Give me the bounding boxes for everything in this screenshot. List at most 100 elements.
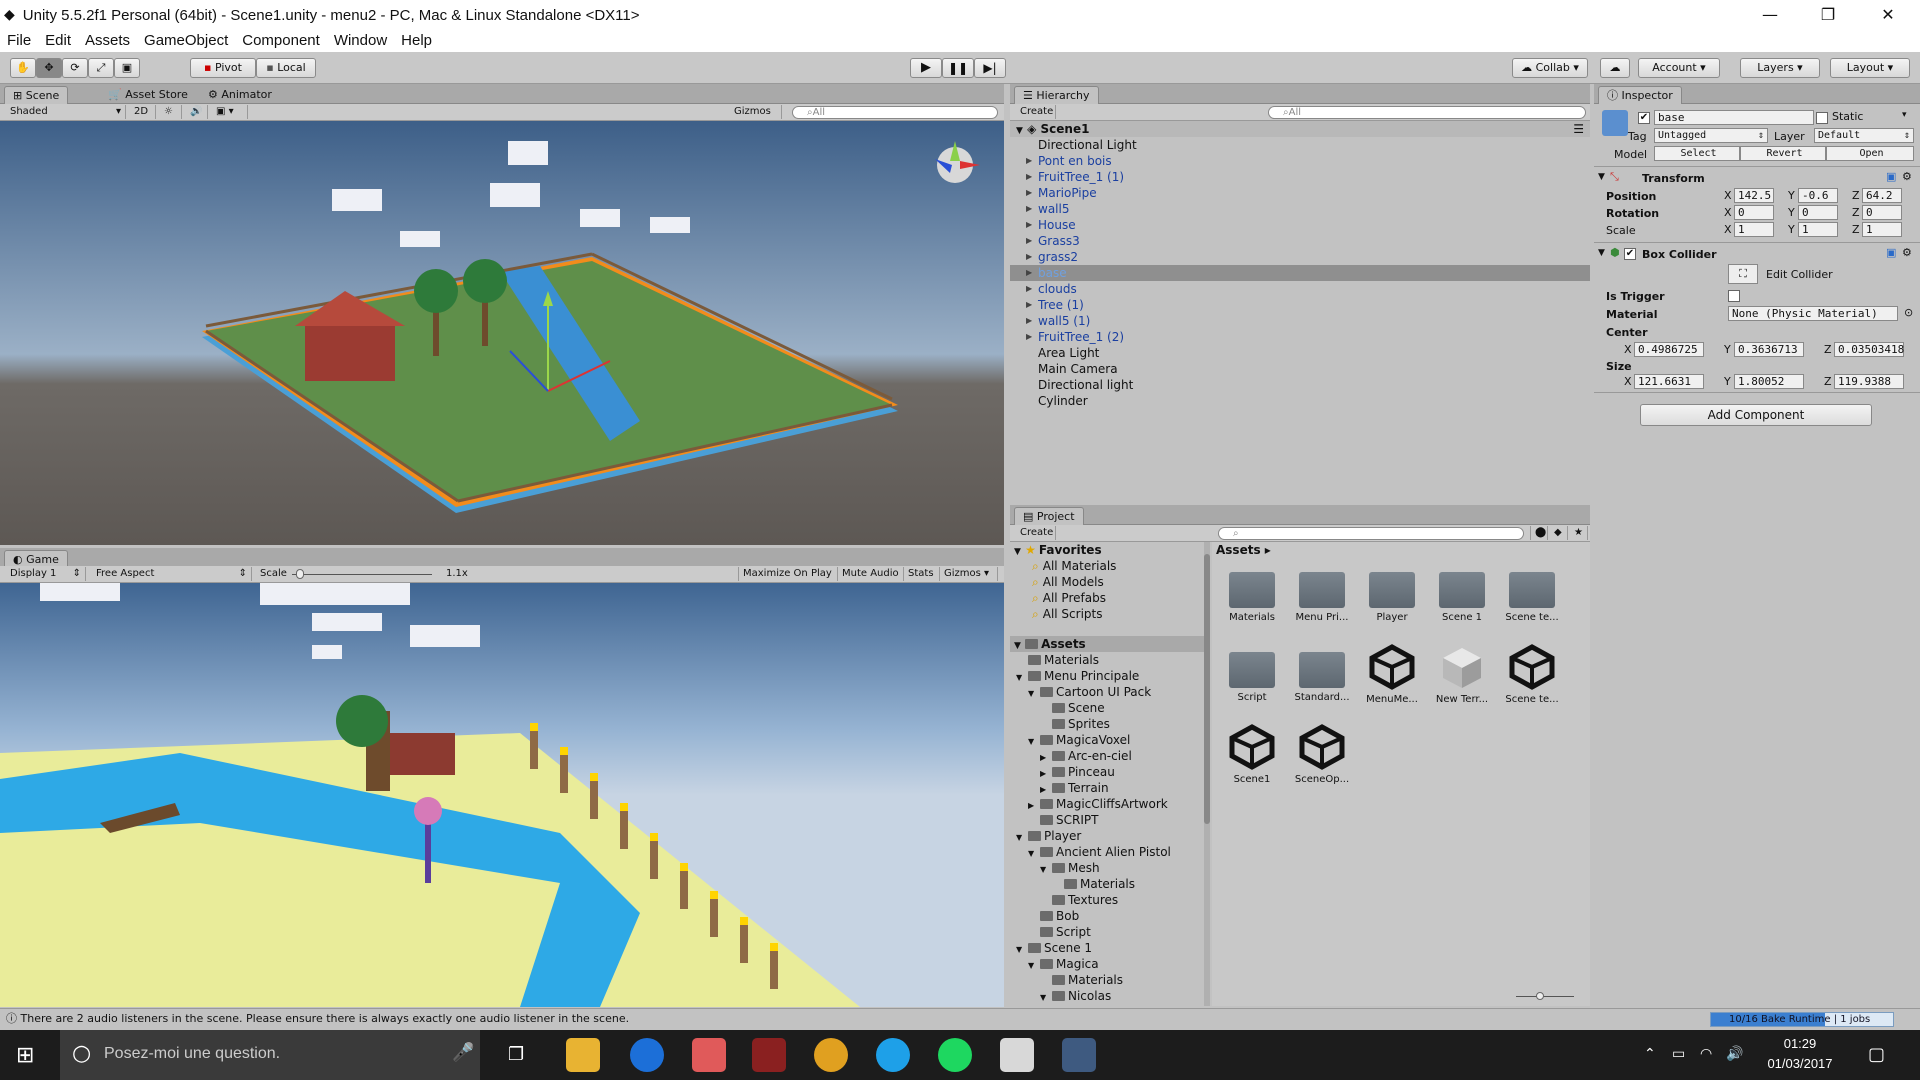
value-field-x[interactable]: 0.4986725 [1634,342,1704,357]
game-viewport[interactable] [0,583,1004,1007]
collab-button[interactable]: ☁ Collab ▾ [1512,58,1588,78]
minimize-button[interactable]: — [1742,0,1798,30]
pause-button[interactable]: ❚❚ [942,58,974,78]
hierarchy-item[interactable]: Directional Light [1010,137,1590,153]
menu-help[interactable]: Help [394,30,439,52]
transform-fold-icon[interactable]: ▼ [1598,172,1605,182]
display-dropdown[interactable]: Display 1 ⇕ [6,567,86,581]
menu-edit[interactable]: Edit [38,30,78,52]
axis-label-y[interactable]: Y [1788,206,1795,219]
settings-gear-icon[interactable]: ⚙ [1902,170,1912,183]
favorite-search-item[interactable]: ⌕ All Scripts [1032,606,1102,622]
expand-arrow-icon[interactable]: ▼ [1028,846,1040,862]
effects-icon[interactable]: ▣ ▾ [212,105,248,119]
assets-root[interactable]: ▼ Assets [1010,636,1210,652]
box-collider-fold-icon[interactable]: ▼ [1598,248,1605,258]
axis-label-x[interactable]: X [1724,206,1732,219]
windows-start-icon[interactable]: ⊞ [16,1043,34,1068]
scene-viewport[interactable] [0,121,1004,545]
scene-menu-icon[interactable]: ☰ [1573,121,1584,137]
expand-arrow-icon[interactable]: ▶ [1026,297,1032,313]
chrome-icon[interactable] [814,1038,848,1072]
project-folder-item[interactable]: Script [1028,924,1091,940]
task-view-icon[interactable]: ❐ [508,1044,524,1065]
expand-arrow-icon[interactable]: ▼ [1040,990,1052,1006]
project-folder-item[interactable]: Bob [1028,908,1079,924]
expand-arrow-icon[interactable]: ▶ [1026,329,1032,345]
expand-arrow-icon[interactable]: ▶ [1026,233,1032,249]
value-field-z[interactable]: 0.03503418 [1834,342,1904,357]
aspect-dropdown[interactable]: Free Aspect ⇕ [92,567,252,581]
active-checkbox[interactable]: ✔ [1638,112,1650,124]
rotate-tool-icon[interactable]: ⟳ [62,58,88,78]
spider-app-icon[interactable] [752,1038,786,1072]
project-folder-item[interactable]: ▼ Magica [1028,956,1099,972]
clock-date[interactable]: 01/03/2017 [1760,1056,1840,1071]
mute-audio-toggle[interactable]: Mute Audio [838,567,904,581]
expand-arrow-icon[interactable]: ▶ [1026,153,1032,169]
project-folder-item[interactable]: ▼ Nicolas [1040,988,1111,1004]
hierarchy-item[interactable]: ▶ wall5 (1) [1010,313,1590,329]
asset-item[interactable]: MenuMe... [1358,644,1426,705]
value-field-x[interactable]: 142.5 [1734,188,1774,203]
help-icon[interactable]: ▣ [1886,246,1896,259]
model-open-button[interactable]: Open [1826,146,1914,161]
axis-label-y[interactable]: Y [1788,223,1795,236]
project-folder-item[interactable]: ▼ Ancient Alien Pistol [1028,844,1171,860]
menu-assets[interactable]: Assets [78,30,137,52]
favorites-header[interactable]: ▼ ★ Favorites [1014,542,1210,558]
favorite-search-item[interactable]: ⌕ All Models [1032,574,1104,590]
hierarchy-item[interactable]: Main Camera [1010,361,1590,377]
project-folder-item[interactable]: ▼ Player [1016,828,1081,844]
axis-label-x[interactable]: X [1624,375,1632,388]
stats-toggle[interactable]: Stats [904,567,940,581]
favorite-search-item[interactable]: ⌕ All Prefabs [1032,590,1106,606]
tab-scene[interactable]: ⊞ Scene [4,86,69,104]
hierarchy-item[interactable]: Area Light [1010,345,1590,361]
scale-slider[interactable]: Scale 1.1x [256,567,472,581]
value-field-y[interactable]: 1 [1798,222,1838,237]
icon-size-slider[interactable] [1516,992,1574,1000]
asset-item[interactable]: Player [1358,564,1426,623]
value-field-y[interactable]: 0.3636713 [1734,342,1804,357]
expand-arrow-icon[interactable]: ▼ [1028,958,1040,974]
model-revert-button[interactable]: Revert [1740,146,1826,161]
asset-item[interactable]: Menu Pri... [1288,564,1356,623]
expand-arrow-icon[interactable]: ▼ [1028,734,1040,750]
hierarchy-item[interactable]: ▶ wall5 [1010,201,1590,217]
status-message[interactable]: There are 2 audio listeners in the scene… [21,1012,630,1025]
asset-item[interactable]: Scene1 [1218,724,1286,785]
edit-collider-button[interactable]: ⛶ [1728,264,1758,284]
filter-by-label-icon[interactable]: ◆ [1550,526,1568,540]
add-component-button[interactable]: Add Component [1640,404,1872,426]
hierarchy-item[interactable]: ▶ grass2 [1010,249,1590,265]
project-folder-item[interactable]: Materials [1016,652,1099,668]
project-create-dropdown[interactable]: Create ▾ [1016,526,1056,552]
xampp-icon[interactable] [692,1038,726,1072]
expand-arrow-icon[interactable]: ▶ [1026,185,1032,201]
asset-item[interactable]: Scene te... [1498,564,1566,623]
axis-label-x[interactable]: X [1724,189,1732,202]
value-field-z[interactable]: 119.9388 [1834,374,1904,389]
value-field-y[interactable]: 0 [1798,205,1838,220]
hierarchy-item[interactable]: ▶ Pont en bois [1010,153,1590,169]
asset-item[interactable]: Standard... [1288,644,1356,703]
project-breadcrumb[interactable]: Assets ▸ [1216,542,1271,558]
expand-arrow-icon[interactable]: ▼ [1016,830,1028,846]
hierarchy-item[interactable]: ▶ Grass3 [1010,233,1590,249]
value-field-x[interactable]: 0 [1734,205,1774,220]
project-folder-item[interactable]: Textures [1040,892,1118,908]
project-folder-item[interactable]: ▼ Cartoon UI Pack [1028,684,1151,700]
value-field-y[interactable]: 1.80052 [1734,374,1804,389]
move-tool-icon[interactable]: ✥ [36,58,62,78]
hierarchy-item[interactable]: Directional light [1010,377,1590,393]
menu-window[interactable]: Window [327,30,394,52]
value-field-z[interactable]: 0 [1862,205,1902,220]
shading-dropdown[interactable]: Shaded ▾ [6,105,126,119]
project-search-input[interactable]: ⌕ [1218,527,1524,540]
tab-inspector[interactable]: ⓘ Inspector [1598,86,1682,104]
project-folder-item[interactable]: ▼ Scene 1 [1016,940,1092,956]
asset-item[interactable]: New Terr... [1428,644,1496,705]
unity-app-icon[interactable] [1000,1038,1034,1072]
notification-center-icon[interactable]: ▢ [1868,1044,1885,1065]
